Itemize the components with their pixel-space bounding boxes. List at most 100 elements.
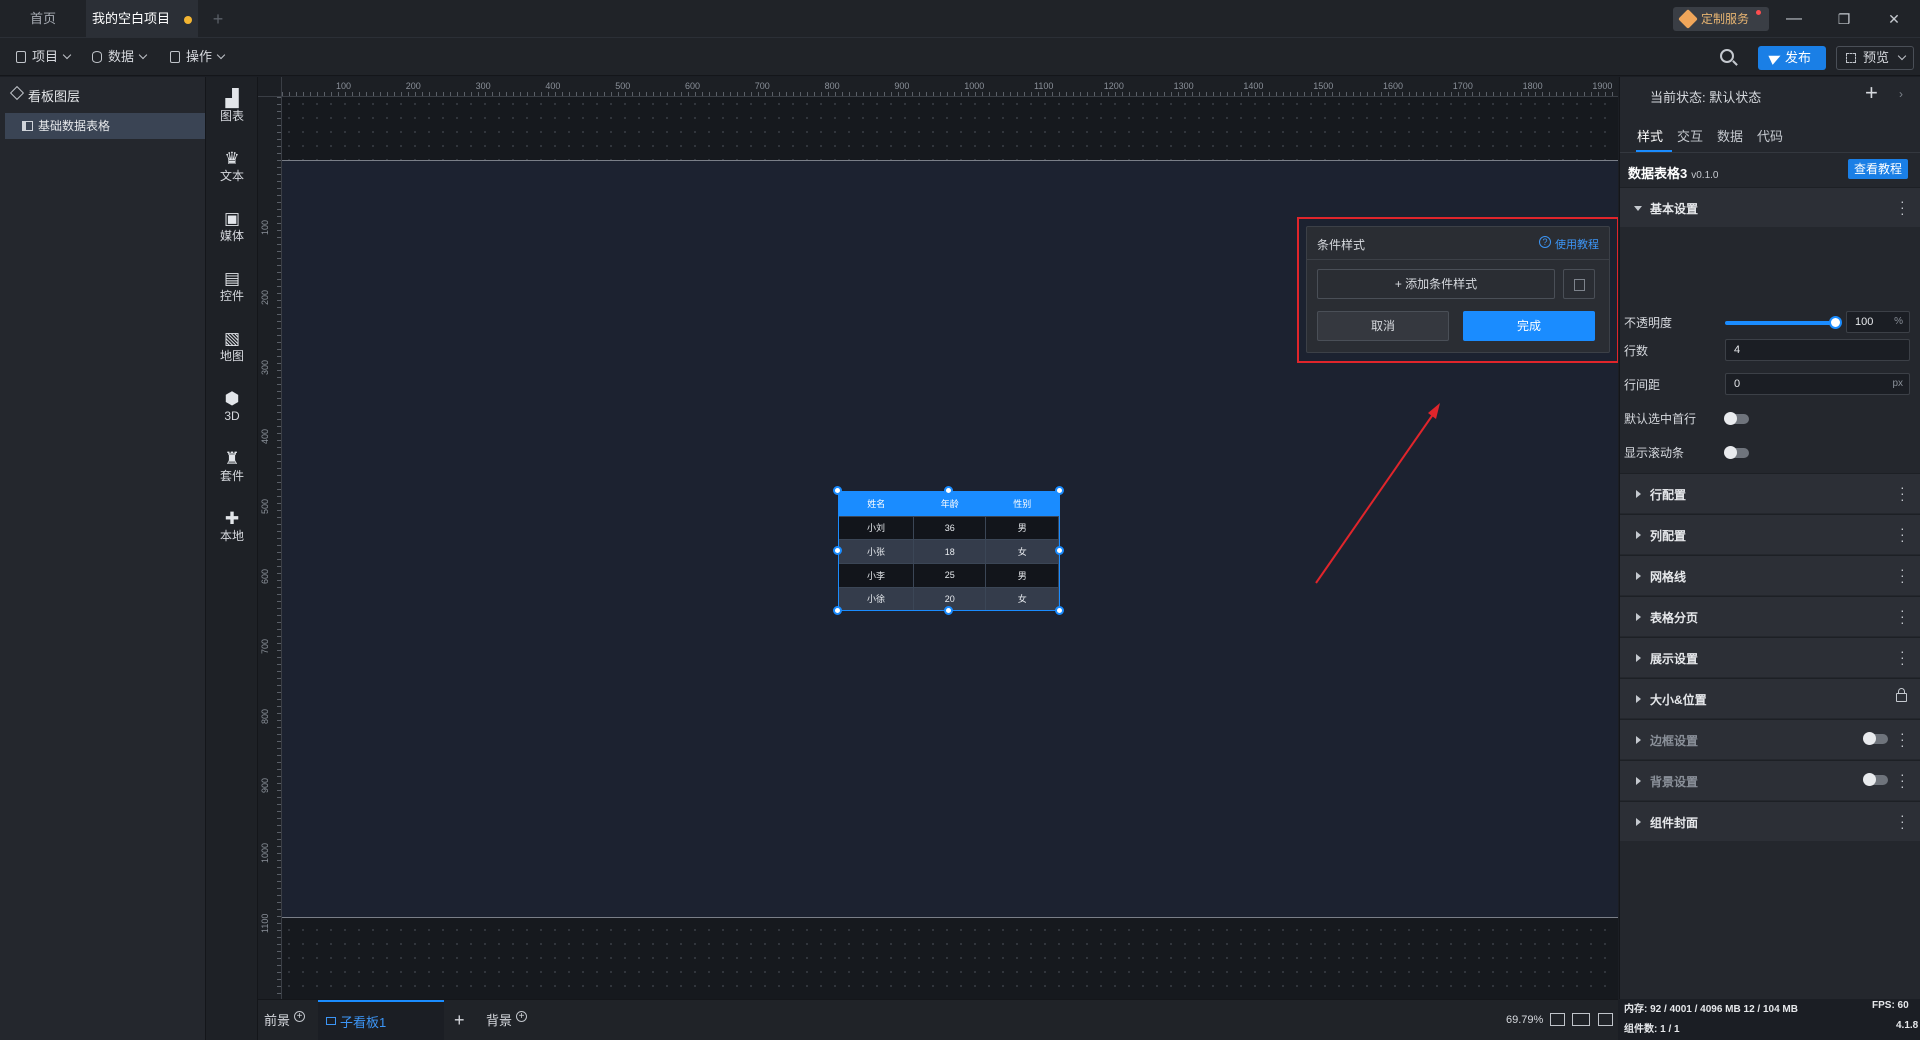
new-tab-button[interactable]: + (206, 0, 230, 38)
border-toggle[interactable] (1863, 732, 1888, 745)
paste-icon[interactable] (1563, 269, 1595, 299)
background-toggle[interactable] (1863, 773, 1888, 786)
component-category-text[interactable]: ♛ 文本 (206, 147, 258, 195)
status-bar: 内存: 92 / 4001 / 4096 MB 12 / 104 MB FPS:… (1620, 999, 1920, 1040)
fit-screen-icon[interactable] (1550, 1013, 1565, 1026)
show-scrollbar-toggle[interactable] (1724, 446, 1749, 459)
tab-project[interactable]: 我的空白项目 (86, 0, 198, 38)
component-category-media[interactable]: ▣ 媒体 (206, 207, 258, 255)
view-tutorial-button[interactable]: 查看教程 (1848, 159, 1908, 179)
more-icon[interactable]: · · · (1900, 194, 1905, 220)
select-first-row-label: 默认选中首行 (1624, 412, 1697, 426)
rows-label: 行数 (1624, 344, 1649, 358)
add-circle-icon[interactable]: + (294, 1011, 306, 1022)
project-menu[interactable]: 项目 (14, 47, 72, 67)
operation-menu[interactable]: 操作 (168, 47, 226, 67)
help-label: 使用教程 (1555, 239, 1599, 251)
done-button[interactable]: 完成 (1463, 311, 1595, 341)
canvas-area[interactable]: 100 200 300 400 500 600 700 800 900 1000 1100 1200 1… (258, 77, 1618, 999)
section-row-config[interactable]: 行配置 · · · (1620, 473, 1920, 513)
opacity-slider[interactable] (1725, 321, 1835, 325)
component-category-map[interactable]: ▧ 地图 (206, 327, 258, 375)
rows-input[interactable]: 4 (1725, 339, 1910, 361)
select-first-row-toggle[interactable] (1724, 412, 1749, 425)
publish-button[interactable]: 发布 (1758, 46, 1826, 70)
tab-style[interactable]: 样式 (1637, 126, 1663, 145)
restore-button[interactable]: ❐ (1820, 0, 1868, 38)
layer-item[interactable]: 基础数据表格 (5, 113, 205, 139)
component-category-kit[interactable]: ♜ 套件 (206, 447, 258, 495)
current-state[interactable]: 当前状态: 默认状态 (1650, 87, 1761, 106)
more-icon[interactable]: · · · (1900, 726, 1905, 752)
row-gap-input[interactable]: 0 px (1725, 373, 1910, 395)
zoom-level[interactable]: 69.79% (1506, 1000, 1543, 1040)
section-size-position[interactable]: 大小&位置 (1620, 678, 1920, 718)
notification-dot-icon (1756, 10, 1761, 15)
tab-foreground[interactable]: 前景 + (264, 1000, 306, 1040)
title-bar: 首页 我的空白项目 + 定制服务 — ❐ ✕ (0, 0, 1920, 38)
add-state-button[interactable]: + (1865, 81, 1878, 105)
opacity-unit: % (1894, 316, 1903, 327)
more-icon[interactable]: · · · (1900, 767, 1905, 793)
chevron-right-icon[interactable]: › (1899, 87, 1903, 101)
tab-project-label: 我的空白项目 (91, 11, 170, 26)
component-category-widget[interactable]: ▤ 控件 (206, 267, 258, 315)
caret-down-icon (1634, 206, 1642, 211)
section-grid-lines[interactable]: 网格线 · · · (1620, 555, 1920, 595)
tab-background[interactable]: 背景 + (486, 1000, 528, 1040)
fps-status: FPS: 60 (1872, 1000, 1909, 1011)
properties-panel: 当前状态: 默认状态 + › 样式 交互 数据 代码 数据表格3 v0.1.0 查… (1619, 77, 1920, 1035)
component-category-3d[interactable]: ⬢ 3D (206, 387, 258, 435)
component-count: 组件数: 1 / 1 (1624, 1024, 1680, 1035)
more-icon[interactable]: · · · (1900, 480, 1905, 506)
terminal-icon[interactable] (1598, 1013, 1613, 1026)
section-title: 表格分页 (1650, 611, 1699, 625)
close-button[interactable]: ✕ (1870, 0, 1918, 38)
component-label: 3D (224, 409, 240, 423)
component-category-local[interactable]: ✚ 本地 (206, 507, 258, 555)
popup-divider (1307, 259, 1609, 260)
more-icon[interactable]: · · · (1900, 603, 1905, 629)
component-category-chart[interactable]: ▟ 图表 (206, 87, 258, 135)
widget-icon: ▤ (223, 269, 241, 288)
tab-data[interactable]: 数据 (1717, 126, 1743, 145)
cancel-button[interactable]: 取消 (1317, 311, 1449, 341)
section-background[interactable]: 背景设置 · · · (1620, 760, 1920, 800)
opacity-slider-handle[interactable] (1829, 316, 1842, 329)
add-board-button[interactable]: + (454, 1000, 465, 1040)
preview-button[interactable]: 预览 (1836, 46, 1914, 70)
section-cover[interactable]: 组件封面 · · · (1620, 801, 1920, 841)
section-column-config[interactable]: 列配置 · · · (1620, 514, 1920, 554)
more-icon[interactable]: · · · (1900, 808, 1905, 834)
condition-style-popup: 条件样式 ? 使用教程 + 添加条件样式 取消 完成 (1306, 226, 1610, 353)
keyboard-icon[interactable] (1572, 1013, 1590, 1026)
help-link[interactable]: ? 使用教程 (1539, 236, 1599, 252)
more-icon[interactable]: · · · (1900, 521, 1905, 547)
lock-icon[interactable] (1896, 688, 1907, 702)
gem-icon (1678, 9, 1698, 29)
section-display[interactable]: 展示设置 · · · (1620, 637, 1920, 677)
component-label: 套件 (219, 469, 244, 483)
minimize-button[interactable]: — (1770, 0, 1818, 38)
component-label: 图表 (219, 109, 244, 123)
project-menu-label: 项目 (32, 49, 59, 64)
tab-subboard[interactable]: 子看板1 (318, 1000, 444, 1040)
add-circle-icon[interactable]: + (516, 1011, 528, 1022)
data-menu[interactable]: 数据 (90, 47, 148, 67)
grid-icon (170, 51, 180, 63)
more-icon[interactable]: · · · (1900, 562, 1905, 588)
tab-code[interactable]: 代码 (1757, 126, 1783, 145)
more-icon[interactable]: · · · (1900, 644, 1905, 670)
section-pagination[interactable]: 表格分页 · · · (1620, 596, 1920, 636)
opacity-input[interactable]: 100% (1846, 311, 1910, 333)
tab-interaction[interactable]: 交互 (1677, 126, 1703, 145)
section-basic-settings[interactable]: 基本设置 · · · (1620, 187, 1920, 227)
tab-home[interactable]: 首页 (0, 0, 86, 38)
custom-service-button[interactable]: 定制服务 (1673, 7, 1769, 31)
crown-icon: ♛ (224, 149, 240, 168)
section-border[interactable]: 边框设置 · · · (1620, 719, 1920, 759)
popup-title: 条件样式 (1317, 238, 1366, 252)
search-icon[interactable] (1720, 49, 1734, 63)
add-condition-button[interactable]: + 添加条件样式 (1317, 269, 1555, 299)
row-gap-value: 0 (1734, 378, 1741, 390)
